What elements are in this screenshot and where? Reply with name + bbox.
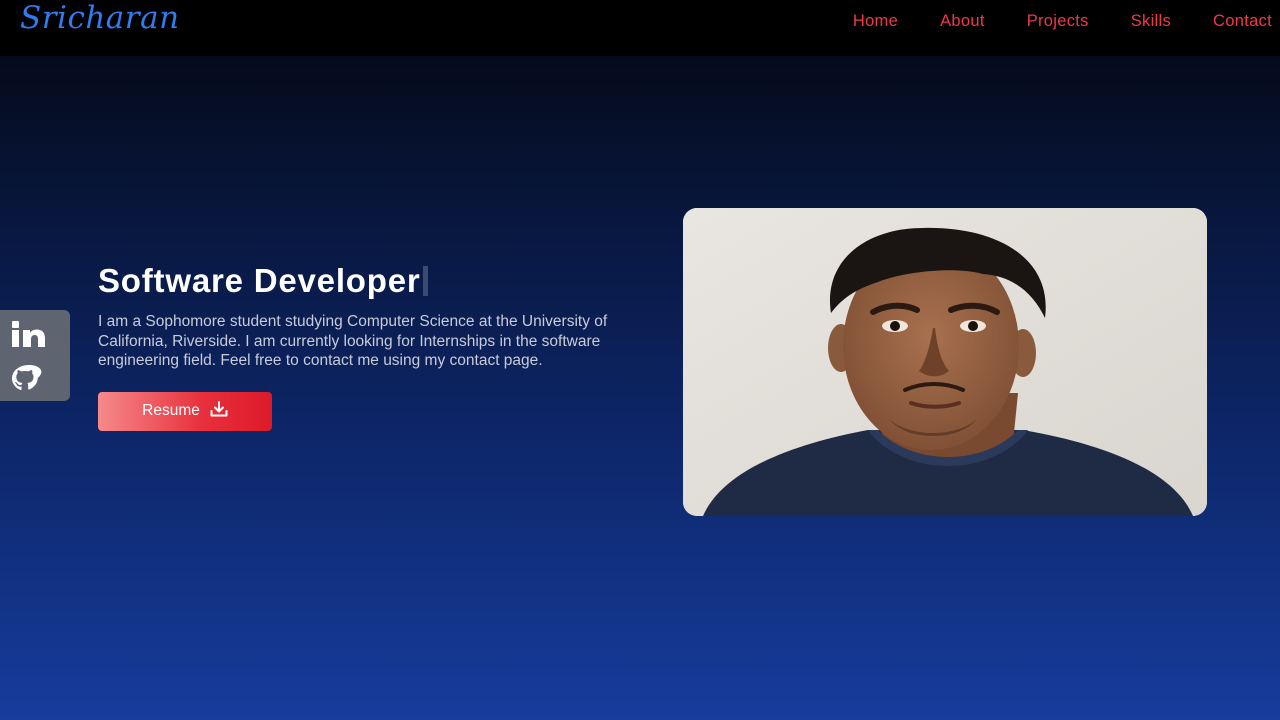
nav-about-link[interactable]: About	[919, 12, 1006, 31]
hero-description: I am a Sophomore student studying Comput…	[98, 313, 608, 369]
portrait-illustration	[683, 208, 1207, 516]
nav-skills-link[interactable]: Skills	[1110, 12, 1192, 31]
nav-projects-link[interactable]: Projects	[1006, 12, 1110, 31]
hero-title-text: Software Developer	[98, 262, 421, 299]
profile-photo	[683, 208, 1207, 516]
github-icon[interactable]	[10, 361, 48, 395]
social-sidebar	[0, 310, 70, 401]
hero-title: Software Developer	[98, 262, 678, 300]
hero-section: Software Developer I am a Sophomore stud…	[98, 262, 678, 431]
resume-button[interactable]: Resume	[98, 391, 272, 431]
download-icon	[210, 400, 228, 422]
resume-button-label: Resume	[142, 402, 200, 419]
nav-contact-link[interactable]: Contact	[1192, 12, 1272, 31]
nav-home-link[interactable]: Home	[832, 12, 919, 31]
navbar: Sricharan Home About Projects Skills Con…	[0, 0, 1280, 56]
nav-links: Home About Projects Skills Contact	[832, 12, 1272, 31]
linkedin-icon[interactable]	[10, 317, 48, 351]
site-logo[interactable]: Sricharan	[20, 0, 180, 36]
typing-cursor	[422, 266, 428, 296]
